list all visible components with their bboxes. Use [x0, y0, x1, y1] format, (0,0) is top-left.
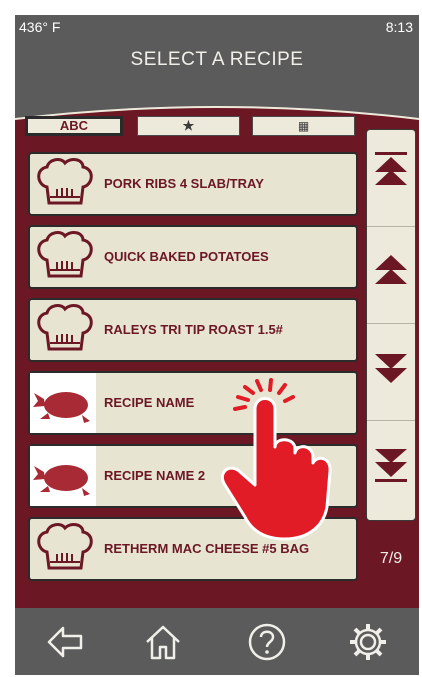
clock: 8:13 — [385, 19, 413, 35]
recipe-name: RALEYS TRI TIP ROAST 1.5# — [104, 322, 283, 337]
page-up-button[interactable] — [367, 227, 415, 323]
recipe-name: RECIPE NAME — [104, 395, 195, 410]
chef-hat-icon — [37, 523, 93, 570]
page-up-icon — [375, 255, 407, 284]
scroll-to-top-icon — [375, 152, 407, 185]
roast-chicken-icon — [30, 446, 96, 506]
page-down-icon — [375, 354, 407, 383]
recipe-name: RECIPE NAME 2 — [104, 468, 206, 483]
recipe-name: QUICK BAKED POTATOES — [104, 249, 269, 264]
bottom-nav — [15, 608, 419, 675]
help-icon[interactable] — [247, 622, 287, 662]
device-screen: 436° F 8:13 SELECT A RECIPE ABC ★ ▦ PORK… — [15, 15, 419, 675]
page-down-button[interactable] — [367, 324, 415, 420]
tab-abc[interactable]: ABC — [25, 116, 123, 136]
scroll-to-top-button[interactable] — [367, 130, 415, 226]
page-indicator: 7/9 — [379, 550, 403, 567]
recipe-item[interactable]: PORK RIBS 4 SLAB/TRAY — [28, 152, 358, 216]
home-icon[interactable] — [143, 622, 183, 662]
settings-gear-icon[interactable] — [348, 622, 388, 662]
recipe-item[interactable]: QUICK BAKED POTATOES — [28, 225, 358, 289]
tab-favorites[interactable]: ★ — [137, 116, 240, 136]
tap-gesture-hand-icon — [220, 378, 332, 541]
scroll-to-bottom-button[interactable] — [367, 421, 415, 517]
recipe-name: PORK RIBS 4 SLAB/TRAY — [104, 176, 264, 191]
scroll-to-bottom-icon — [375, 449, 407, 482]
scroll-controls — [366, 129, 416, 521]
recipe-item[interactable]: RALEYS TRI TIP ROAST 1.5# — [28, 298, 358, 362]
page-title: SELECT A RECIPE — [130, 49, 304, 70]
chef-hat-icon — [37, 158, 93, 205]
roast-chicken-icon — [30, 373, 96, 433]
tab-calendar[interactable]: ▦ — [252, 116, 355, 136]
oven-temperature: 436° F — [19, 19, 61, 35]
chef-hat-icon — [37, 231, 93, 278]
back-arrow-icon[interactable] — [45, 622, 85, 662]
status-bar: 436° F 8:13 — [15, 15, 419, 39]
chef-hat-icon — [37, 304, 93, 351]
filter-tabs: ABC ★ ▦ — [25, 116, 361, 136]
